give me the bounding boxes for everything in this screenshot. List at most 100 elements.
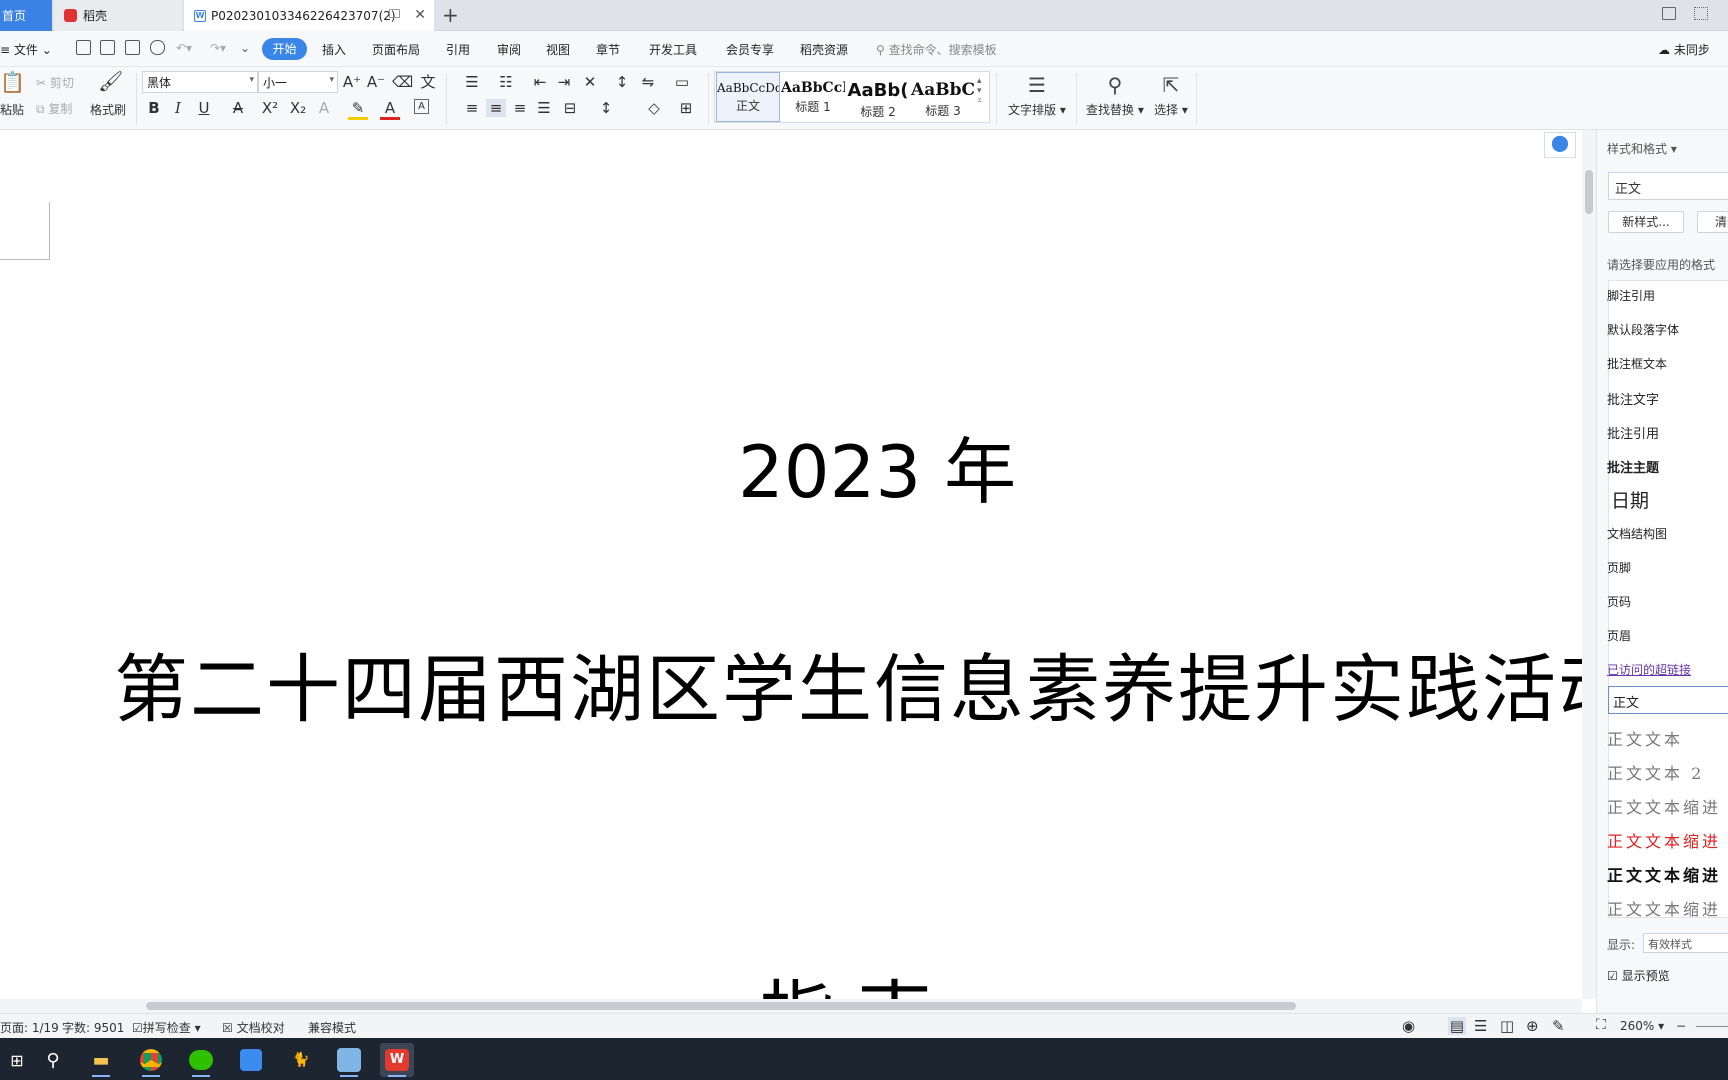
menu-tab-member[interactable]: 会员专享	[726, 41, 774, 58]
style-list-item[interactable]: 正文文本缩进	[1607, 794, 1721, 818]
style-list-item[interactable]: 已访问的超链接	[1607, 661, 1691, 678]
highlight-icon[interactable]: ✎	[348, 99, 368, 120]
style-list-item[interactable]: 正文文本 2	[1607, 760, 1704, 784]
wps-office-icon[interactable]: W	[380, 1043, 414, 1077]
style-heading-3[interactable]: AaBbC 标题 3	[911, 72, 975, 122]
shrink-font-icon[interactable]: A⁻	[366, 73, 386, 91]
file-menu[interactable]: ≡ 文件 ⌄	[0, 41, 52, 58]
pane-title[interactable]: 样式和格式 ▾	[1607, 140, 1677, 157]
bold-icon[interactable]: B	[144, 99, 164, 117]
shading-icon[interactable]: ◇	[644, 99, 664, 117]
find-replace-button[interactable]: 查找替换 ▾	[1086, 101, 1144, 118]
menu-tab-daoke-resources[interactable]: 稻壳资源	[800, 41, 848, 58]
superscript-icon[interactable]: X²	[260, 99, 280, 117]
align-right-icon[interactable]: ≡	[510, 99, 530, 117]
show-filter-select[interactable]: 有效样式	[1643, 933, 1728, 953]
app-character-icon[interactable]	[332, 1043, 366, 1077]
window-layout-icon[interactable]	[1662, 7, 1676, 20]
menu-tab-start[interactable]: 开始	[262, 38, 307, 60]
find-icon[interactable]: ⚲	[1100, 73, 1130, 101]
style-list-item[interactable]: 脚注引用	[1607, 287, 1655, 304]
redo-icon[interactable]: ↷▾	[210, 41, 226, 55]
show-preview-checkbox[interactable]: ☑ 显示预览	[1607, 967, 1670, 984]
file-explorer-icon[interactable]: ▬	[84, 1043, 118, 1077]
style-heading-1[interactable]: AaBbCcI 标题 1	[781, 72, 845, 122]
paste-label[interactable]: 粘贴	[0, 101, 24, 118]
new-style-button[interactable]: 新样式...	[1608, 211, 1684, 233]
strikethrough-icon[interactable]: A	[228, 99, 248, 117]
print-icon[interactable]	[125, 40, 140, 55]
menu-tab-dev-tools[interactable]: 开发工具	[649, 41, 697, 58]
document-canvas[interactable]: ⬤ 2023 年 第二十四届西湖区学生信息素养提升实践活动 指 南	[0, 130, 1582, 999]
tab-document[interactable]: W P020230103346226423707(2) ✕	[184, 0, 434, 31]
page-view-icon[interactable]: ▤	[1448, 1017, 1466, 1035]
text-effect-icon[interactable]: A	[314, 99, 334, 117]
char-border-icon[interactable]: A	[414, 99, 429, 114]
font-size-select[interactable]: 小一 ▾	[258, 71, 338, 93]
justify-icon[interactable]: ☰	[534, 99, 554, 117]
gallery-more-icon[interactable]: ▴ ▾ ⩡	[977, 76, 982, 106]
tab-home[interactable]: 首页	[0, 0, 52, 31]
app-cat-icon[interactable]: 🐈	[284, 1043, 318, 1077]
phonetic-guide-icon[interactable]: 文	[418, 73, 438, 91]
align-left-icon[interactable]: ≡	[462, 99, 482, 117]
grow-font-icon[interactable]: A⁺	[342, 73, 362, 91]
distributed-icon[interactable]: ⊟	[560, 99, 580, 117]
save-icon[interactable]	[76, 40, 91, 55]
sort-icon[interactable]: ↕	[612, 73, 632, 91]
font-color-icon[interactable]: A	[380, 99, 400, 120]
monitor-icon[interactable]	[389, 9, 400, 18]
clear-format-icon[interactable]: ⌫	[392, 73, 413, 91]
style-list-item[interactable]: 正文文本缩进	[1607, 828, 1721, 852]
vertical-scrollbar[interactable]	[1582, 130, 1596, 999]
export-pdf-icon[interactable]	[100, 40, 115, 55]
style-list-item[interactable]: 页码	[1607, 593, 1631, 610]
print-preview-icon[interactable]	[150, 40, 165, 55]
underline-icon[interactable]: U	[194, 99, 214, 117]
style-list-item[interactable]: 页眉	[1607, 627, 1631, 644]
horizontal-scrollbar[interactable]	[0, 999, 1582, 1013]
menu-tab-review[interactable]: 审阅	[497, 41, 521, 58]
zoom-slider[interactable]	[1696, 1026, 1728, 1027]
font-name-select[interactable]: 黑体 ▾	[142, 71, 258, 93]
style-list-item[interactable]: 文档结构图	[1607, 525, 1667, 542]
chrome-icon[interactable]	[134, 1043, 168, 1077]
current-style-field[interactable]: 正文	[1608, 172, 1728, 200]
customize-icon[interactable]: ⌄	[240, 41, 250, 55]
decrease-indent-icon[interactable]: ⇤	[530, 73, 550, 91]
command-search[interactable]: ⚲ 查找命令、搜索模板	[876, 41, 997, 58]
paste-icon[interactable]: 📋	[0, 72, 25, 92]
style-list-item-selected[interactable]: 正文	[1608, 686, 1728, 714]
style-normal[interactable]: AaBbCcDd 正文	[716, 72, 780, 122]
format-painter-icon[interactable]: 🖌	[98, 71, 123, 91]
text-layout-button[interactable]: 文字排版 ▾	[1008, 101, 1066, 118]
scroll-thumb[interactable]	[1585, 170, 1593, 214]
menu-tab-view[interactable]: 视图	[546, 41, 570, 58]
text-layout-icon[interactable]: ☰	[1022, 73, 1052, 101]
format-painter-label[interactable]: 格式刷	[90, 101, 126, 118]
style-list-item[interactable]: 批注文字	[1607, 389, 1659, 408]
sync-status[interactable]: ☁ 未同步	[1658, 41, 1710, 58]
style-list-item[interactable]: 正文文本缩进	[1607, 862, 1721, 886]
web-view-icon[interactable]: ⊕	[1526, 1017, 1539, 1035]
zoom-out-button[interactable]: −	[1676, 1019, 1686, 1033]
menu-tab-page-layout[interactable]: 页面布局	[372, 41, 420, 58]
borders-icon[interactable]: ⊞	[676, 99, 696, 117]
new-tab-button[interactable]: +	[442, 3, 459, 27]
style-list-item[interactable]: 默认段落字体	[1607, 321, 1679, 338]
chinese-layout-icon[interactable]: ✕	[580, 73, 600, 91]
outline-view-icon[interactable]: ☰	[1474, 1017, 1487, 1035]
tab-stops-icon[interactable]: ▭	[672, 73, 692, 91]
show-marks-icon[interactable]: ⇋	[638, 73, 658, 91]
select-button[interactable]: 选择 ▾	[1154, 101, 1188, 118]
style-list-item[interactable]: 批注引用	[1607, 423, 1659, 442]
menu-tab-references[interactable]: 引用	[446, 41, 470, 58]
zoom-level[interactable]: 260% ▾	[1620, 1019, 1664, 1033]
fit-page-icon[interactable]: ⛶	[1596, 1017, 1606, 1033]
style-list-item[interactable]: 正文文本	[1607, 726, 1683, 750]
subscript-icon[interactable]: X₂	[288, 99, 308, 117]
style-list-item[interactable]: 批注主题	[1607, 457, 1659, 476]
tab-daoke[interactable]: 稻壳	[54, 0, 182, 31]
menu-tab-insert[interactable]: 插入	[322, 41, 346, 58]
search-icon[interactable]: ⚲	[36, 1043, 70, 1077]
